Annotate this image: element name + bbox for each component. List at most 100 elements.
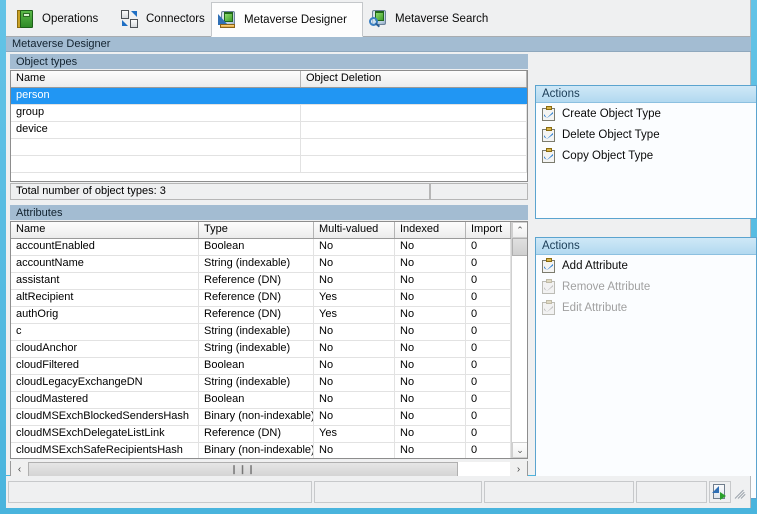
metaverse-designer-icon (218, 10, 238, 30)
status-bar (6, 476, 751, 508)
attribute-type: String (indexable) (199, 375, 314, 391)
actions-list: Add Attribute Remove Attribute Edit Attrib… (536, 255, 756, 318)
attributes-vertical-scrollbar[interactable]: ⌃ ⌄ (511, 222, 527, 458)
scroll-up-icon[interactable]: ⌃ (512, 222, 528, 238)
attribute-indexed: No (395, 409, 466, 425)
attributes-column-header[interactable]: Name (11, 222, 199, 238)
attribute-import: 0 (466, 256, 511, 272)
attribute-row[interactable]: assistantReference (DN)NoNo0 (11, 273, 527, 290)
attribute-type: String (indexable) (199, 324, 314, 340)
object-type-name: group (11, 105, 301, 121)
object-type-row[interactable]: device (11, 122, 527, 139)
attribute-indexed: No (395, 256, 466, 272)
object-type-name (11, 139, 301, 155)
attributes-column-header[interactable]: Type (199, 222, 314, 238)
object-types-grid-body[interactable]: persongroupdevice (11, 88, 527, 173)
object-type-row[interactable]: person (11, 88, 527, 105)
object-type-name (11, 156, 301, 172)
vertical-scroll-thumb[interactable] (512, 238, 528, 256)
object-types-group-header: Object types (10, 54, 528, 69)
action-remove-attribute: Remove Attribute (536, 276, 756, 297)
attribute-type: String (indexable) (199, 256, 314, 272)
action-copy-object-type[interactable]: Copy Object Type (536, 145, 756, 166)
attribute-multi-valued: Yes (314, 426, 395, 442)
clipboard-check-icon (542, 106, 556, 121)
object-type-row[interactable] (11, 156, 527, 173)
attribute-name: accountEnabled (11, 239, 199, 255)
attributes-grid-body[interactable]: accountEnabledBooleanNoNo0accountNameStr… (11, 239, 527, 459)
attribute-import: 0 (466, 341, 511, 357)
action-label: Add Attribute (562, 260, 628, 272)
attribute-row[interactable]: cloudMasteredBooleanNoNo0 (11, 392, 527, 409)
clipboard-check-icon (542, 300, 556, 315)
action-add-attribute[interactable]: Add Attribute (536, 255, 756, 276)
action-edit-attribute: Edit Attribute (536, 297, 756, 318)
tab-metaverse-designer[interactable]: Metaverse Designer (211, 2, 363, 37)
tab-connectors[interactable]: Connectors (114, 2, 211, 35)
objtypes-column-header[interactable]: Name (11, 71, 301, 87)
status-panel-4 (636, 481, 707, 503)
attribute-name: cloudMSExchBlockedSendersHash (11, 409, 199, 425)
attribute-type: Boolean (199, 358, 314, 374)
attribute-row[interactable]: accountEnabledBooleanNoNo0 (11, 239, 527, 256)
attributes-column-header[interactable]: Multi-valued (314, 222, 395, 238)
pane-title: Metaverse Designer (6, 37, 751, 52)
attribute-name: cloudMastered (11, 392, 199, 408)
attribute-import: 0 (466, 358, 511, 374)
scroll-down-icon[interactable]: ⌄ (512, 442, 528, 458)
attribute-row[interactable]: altRecipientReference (DN)YesNo0 (11, 290, 527, 307)
objtypes-column-header[interactable]: Object Deletion (301, 71, 527, 87)
attribute-row[interactable]: authOrigReference (DN)YesNo0 (11, 307, 527, 324)
action-label: Delete Object Type (562, 129, 660, 141)
attribute-indexed: No (395, 239, 466, 255)
tab-strip: OperationsConnectorsMetaverse Designer Me… (6, 0, 751, 37)
resize-grip[interactable] (733, 485, 747, 499)
attribute-import: 0 (466, 324, 511, 340)
action-label: Edit Attribute (562, 302, 627, 314)
object-types-grid[interactable]: NameObject Deletion persongroupdevice (10, 70, 528, 182)
action-delete-object-type[interactable]: Delete Object Type (536, 124, 756, 145)
attribute-indexed: No (395, 273, 466, 289)
object-type-deletion (301, 156, 527, 172)
actions-list: Create Object Type Delete Object Type Copy… (536, 103, 756, 166)
status-panel-3 (484, 481, 634, 503)
tab-metaverse-search[interactable]: Metaverse Search (363, 2, 508, 35)
attribute-import: 0 (466, 307, 511, 323)
attribute-type: Boolean (199, 239, 314, 255)
application-window: OperationsConnectorsMetaverse DesignerMe… (0, 0, 757, 514)
actions-pane-title: Actions (536, 86, 756, 103)
attribute-row[interactable]: cloudMSExchBlockedSendersHashBinary (non… (11, 409, 527, 426)
run-status-icon[interactable] (709, 481, 731, 503)
attribute-name: cloudFiltered (11, 358, 199, 374)
object-type-name: device (11, 122, 301, 138)
attribute-row[interactable]: cloudMSExchSafeRecipientsHashBinary (non… (11, 443, 527, 459)
attribute-multi-valued: No (314, 392, 395, 408)
attribute-row[interactable]: cloudLegacyExchangeDNString (indexable)N… (11, 375, 527, 392)
attribute-import: 0 (466, 239, 511, 255)
attribute-indexed: No (395, 358, 466, 374)
attribute-row[interactable]: cloudMSExchDelegateListLinkReference (DN… (11, 426, 527, 443)
attributes-grid[interactable]: NameTypeMulti-valuedIndexedImport accoun… (10, 221, 528, 459)
tab-operations[interactable]: Operations (10, 2, 114, 35)
object-type-row[interactable] (11, 139, 527, 156)
attribute-row[interactable]: cloudAnchorString (indexable)NoNo0 (11, 341, 527, 358)
object-type-row[interactable]: group (11, 105, 527, 122)
attribute-row[interactable]: accountNameString (indexable)NoNo0 (11, 256, 527, 273)
attributes-column-header[interactable]: Import (466, 222, 511, 238)
tab-label: Metaverse Search (395, 13, 488, 25)
action-create-object-type[interactable]: Create Object Type (536, 103, 756, 124)
attribute-indexed: No (395, 307, 466, 323)
attribute-row[interactable]: cloudFilteredBooleanNoNo0 (11, 358, 527, 375)
attribute-multi-valued: No (314, 375, 395, 391)
attribute-row[interactable]: cString (indexable)NoNo0 (11, 324, 527, 341)
object-type-name: person (11, 88, 301, 104)
object-type-deletion (301, 139, 527, 155)
attributes-column-header[interactable]: Indexed (395, 222, 466, 238)
attribute-type: Binary (non-indexable) (199, 409, 314, 425)
notebook-icon (16, 9, 36, 29)
attribute-type: Reference (DN) (199, 426, 314, 442)
attribute-multi-valued: No (314, 341, 395, 357)
clipboard-check-icon (542, 127, 556, 142)
attribute-indexed: No (395, 392, 466, 408)
object-type-deletion (301, 105, 527, 121)
